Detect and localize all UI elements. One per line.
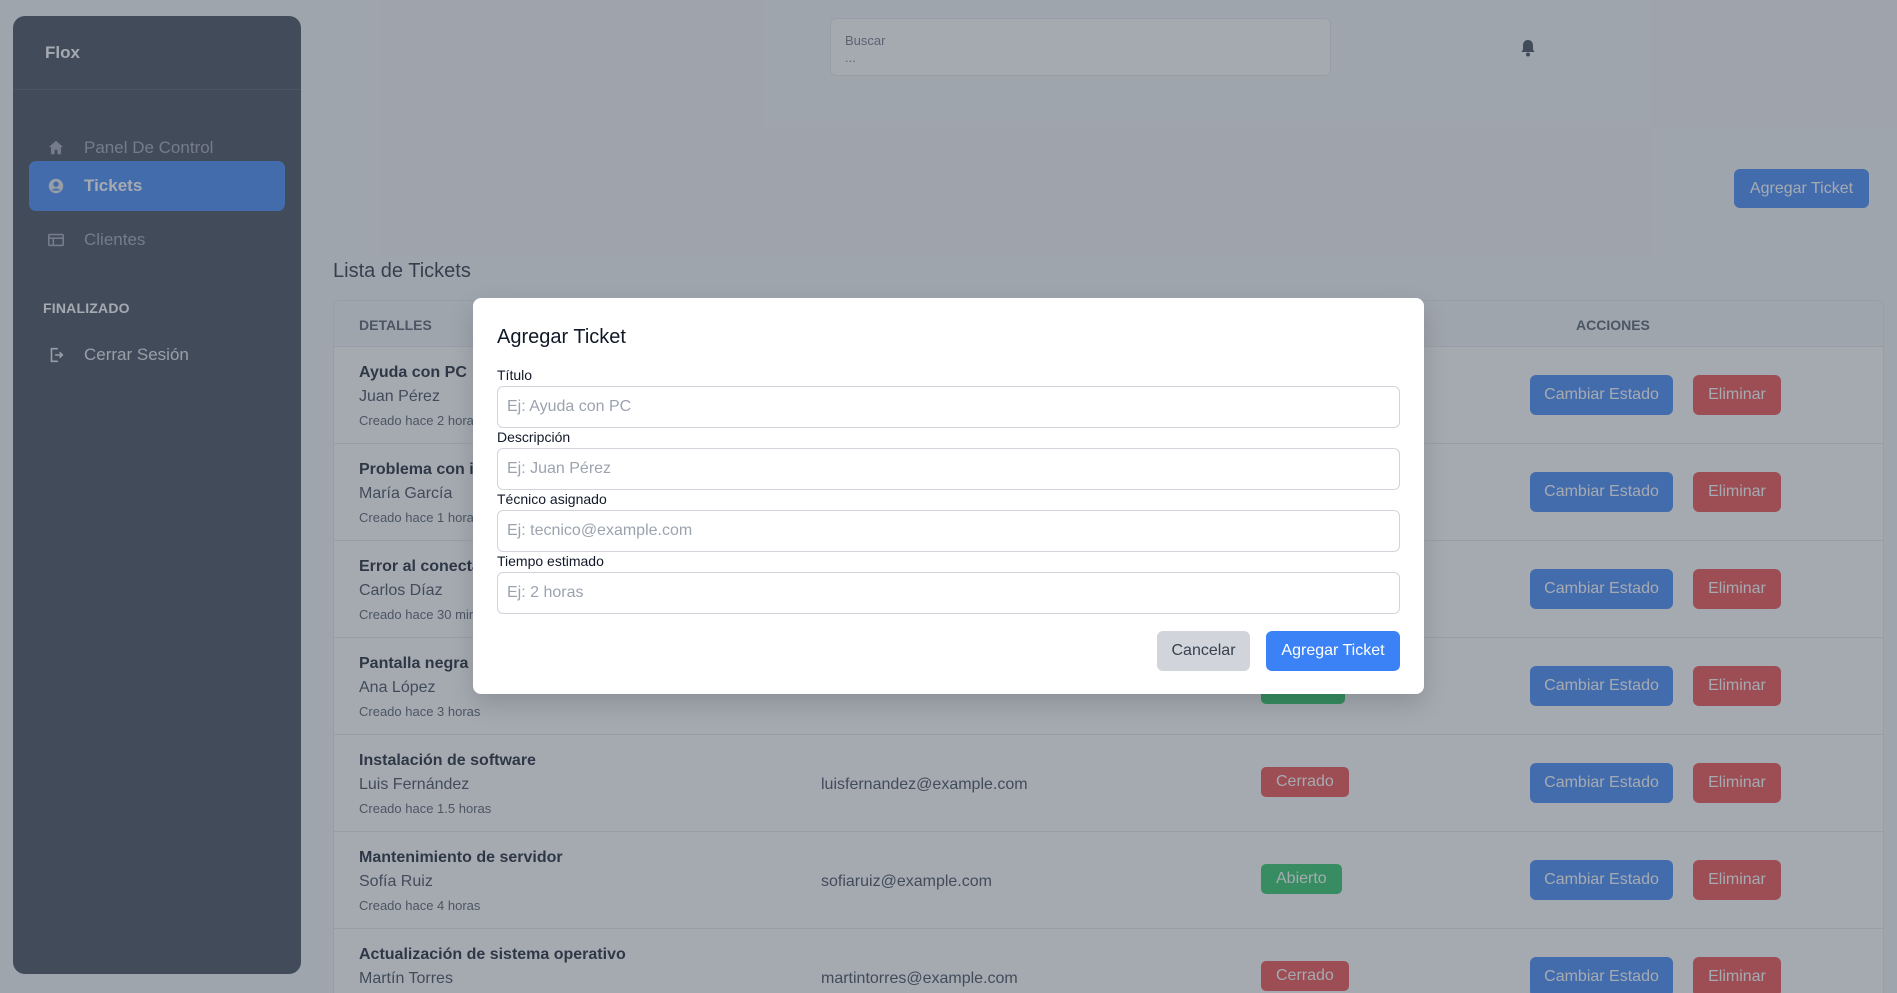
- title-field-label: Título: [497, 367, 533, 383]
- add-ticket-modal: Agregar Ticket Título Descripción Técnic…: [473, 298, 1424, 694]
- estimated-time-field[interactable]: [497, 572, 1400, 614]
- submit-ticket-button[interactable]: Agregar Ticket: [1266, 631, 1400, 671]
- technician-field-label: Técnico asignado: [497, 491, 607, 507]
- description-field-label: Descripción: [497, 429, 571, 445]
- cancel-button[interactable]: Cancelar: [1157, 631, 1250, 671]
- technician-field[interactable]: [497, 510, 1400, 552]
- description-field[interactable]: [497, 448, 1400, 490]
- title-field[interactable]: [497, 386, 1400, 428]
- estimated-time-field-label: Tiempo estimado: [497, 553, 604, 569]
- modal-title: Agregar Ticket: [497, 326, 626, 348]
